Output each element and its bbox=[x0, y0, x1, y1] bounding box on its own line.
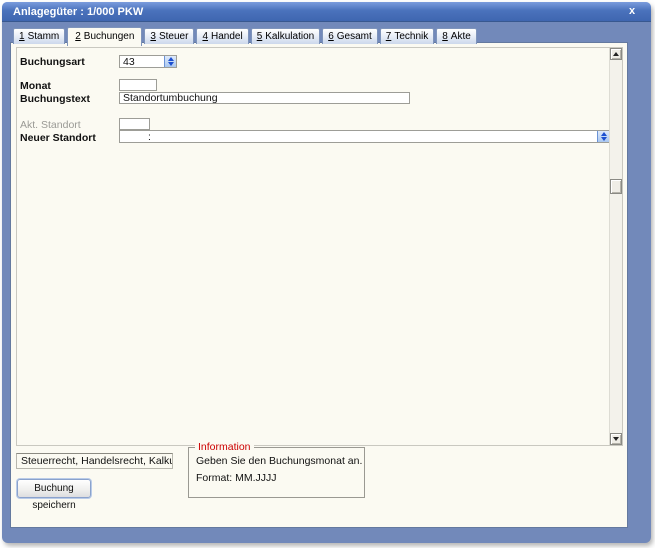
tab-gesamt[interactable]: 6 Gesamt bbox=[322, 28, 378, 44]
monat-label: Monat bbox=[20, 80, 51, 92]
tab-content-panel: Buchungsart 43 Monat Buchungstext Akt. S… bbox=[10, 42, 628, 528]
monat-input[interactable] bbox=[119, 79, 157, 91]
tab-handel[interactable]: 4 Handel bbox=[196, 28, 249, 44]
close-icon[interactable]: x bbox=[625, 2, 639, 21]
neuer-standort-value: : bbox=[148, 131, 151, 143]
neuer-standort-combo[interactable]: : bbox=[119, 130, 610, 143]
tab-technik[interactable]: 7 Technik bbox=[379, 28, 435, 44]
tab-stamm[interactable]: 1 Stamm bbox=[13, 28, 66, 44]
buchungsart-combo[interactable]: 43 bbox=[119, 55, 177, 68]
tab-steuer[interactable]: 3 Steuer bbox=[144, 28, 195, 44]
app-window: Anlagegüter : 1/000 PKW x 1 Stamm 2 Buchun… bbox=[2, 2, 651, 543]
booking-form-area: Buchungsart 43 Monat Buchungstext Akt. S… bbox=[16, 47, 623, 446]
vertical-scrollbar[interactable] bbox=[609, 48, 622, 445]
save-booking-button[interactable]: Buchung speichern bbox=[17, 479, 91, 511]
neuer-standort-spinner-icon[interactable] bbox=[597, 131, 609, 142]
akt-standort-input[interactable] bbox=[119, 118, 150, 130]
neuer-standort-label: Neuer Standort bbox=[20, 132, 96, 144]
buchungstext-input[interactable] bbox=[119, 92, 410, 104]
akt-standort-label: Akt. Standort bbox=[20, 119, 81, 131]
scope-text-box: Steuerrecht, Handelsrecht, Kalkulation bbox=[16, 453, 173, 469]
scrollbar-thumb[interactable] bbox=[610, 179, 622, 194]
information-line-1: Geben Sie den Buchungsmonat an. bbox=[196, 455, 363, 467]
tab-buchungen[interactable]: 2 Buchungen bbox=[67, 27, 143, 46]
title-bar: Anlagegüter : 1/000 PKW x bbox=[2, 2, 651, 22]
information-groupbox: Information Geben Sie den Buchungsmonat … bbox=[188, 441, 365, 498]
buchungsart-spinner-icon[interactable] bbox=[164, 56, 176, 67]
scroll-down-icon[interactable] bbox=[610, 433, 622, 445]
buchungstext-label: Buchungstext bbox=[20, 93, 91, 105]
buchungsart-value: 43 bbox=[123, 56, 135, 68]
information-legend: Information bbox=[195, 441, 254, 453]
tab-kalkulation[interactable]: 5 Kalkulation bbox=[250, 28, 321, 44]
scroll-up-icon[interactable] bbox=[610, 48, 622, 60]
information-line-2: Format: MM.JJJJ bbox=[196, 472, 277, 484]
tab-strip: 1 Stamm 2 Buchungen 3 Steuer 4 Handel 5 Kalku… bbox=[13, 27, 479, 46]
buchungsart-label: Buchungsart bbox=[20, 56, 85, 68]
window-title: Anlagegüter : 1/000 PKW bbox=[13, 6, 144, 18]
tab-akte[interactable]: 8 Akte bbox=[436, 28, 477, 44]
